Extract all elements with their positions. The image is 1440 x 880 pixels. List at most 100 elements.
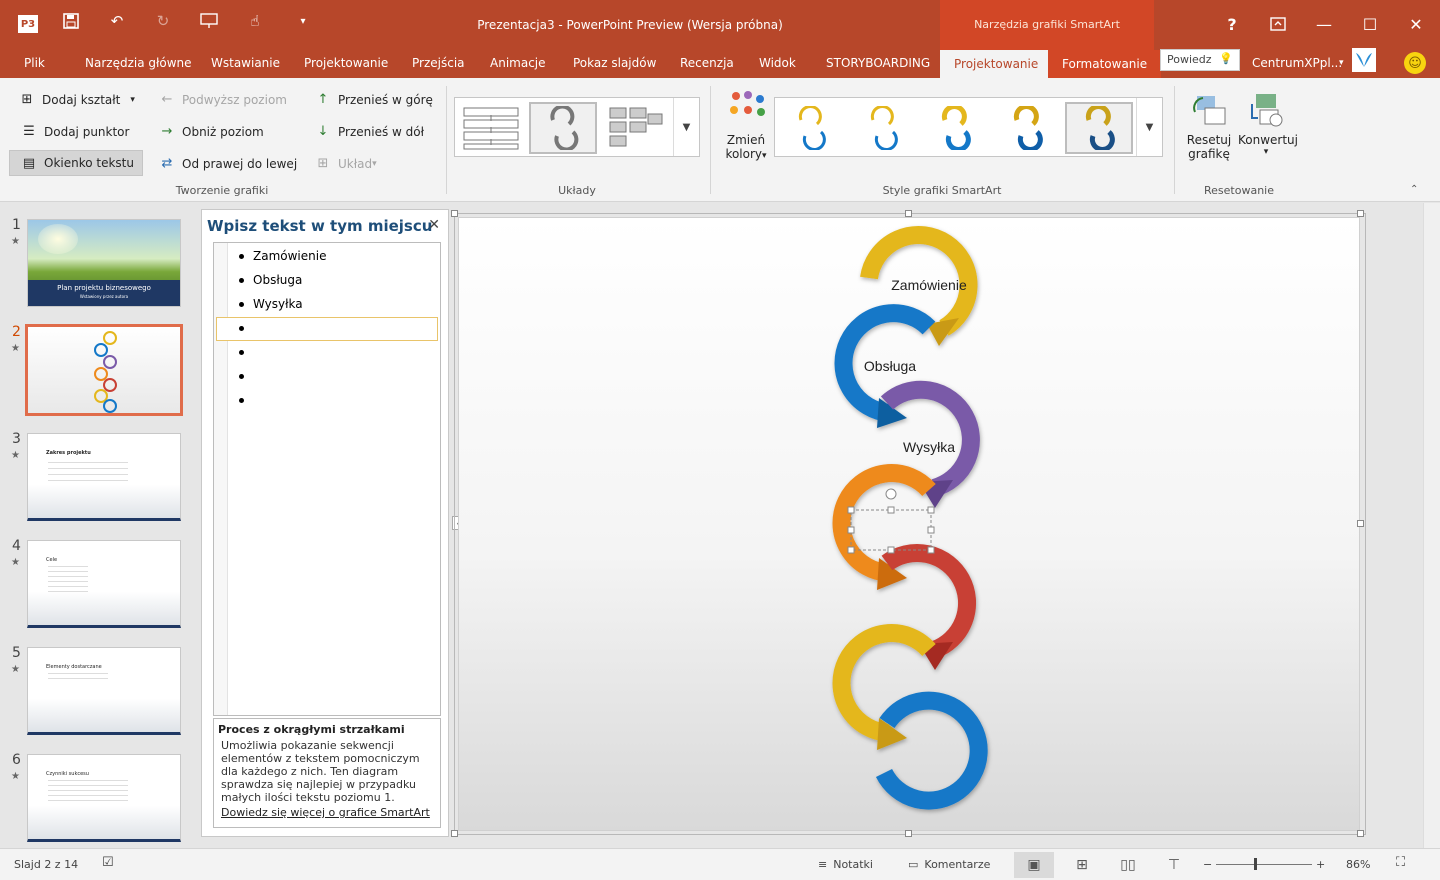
normal-view-icon[interactable]: ▣ [1014,852,1054,878]
user-avatar[interactable] [1352,48,1376,72]
tab-slideshow[interactable]: Pokaz slajdów [573,56,656,70]
notes-button[interactable]: ≡ Notatki [818,858,873,871]
tell-me-box[interactable]: Powiedz 💡 [1160,49,1240,71]
styles-more-icon[interactable]: ▼ [1136,98,1162,156]
spell-check-icon[interactable]: ☑ [102,855,114,870]
style-option-4[interactable] [993,102,1061,154]
right-to-left-button[interactable]: ⇄ Od prawej do lewej [158,156,298,171]
zoom-slider[interactable] [1216,864,1312,865]
reset-graphic-button[interactable]: Resetuj grafikę [1184,90,1234,174]
tab-smartart-format[interactable]: Formatowanie [1048,50,1162,78]
change-colors-button[interactable]: Zmień kolory▾ [722,90,770,174]
frame-handle[interactable] [1357,210,1364,217]
tab-transitions[interactable]: Przejścia [412,56,465,70]
vertical-scrollbar[interactable] [1423,203,1440,848]
layout-option-1[interactable] [457,102,525,154]
move-down-button[interactable]: ↓ Przenieś w dół [314,124,424,139]
zoom-out-icon[interactable]: − [1203,858,1212,871]
layouts-gallery[interactable]: ▼ [454,97,700,157]
slide-thumbnail-4[interactable]: Cele [27,540,181,628]
move-up-button[interactable]: ↑ Przenieś w górę [314,92,433,107]
tab-review[interactable]: Recenzja [680,56,734,70]
style-option-1[interactable] [777,102,845,154]
collapse-ribbon-icon[interactable]: ⌃ [1410,184,1418,195]
group-separator [1174,86,1175,194]
demote-button[interactable]: → Obniż poziom [158,124,264,139]
text-pane-button[interactable]: ▤ Okienko tekstu [9,150,143,176]
list-item[interactable] [239,321,253,335]
slide-canvas[interactable]: Zamówienie Obsługa Wysyłka [458,217,1360,831]
learn-more-link[interactable]: Dowiedz się więcej o grafice SmartArt [218,806,436,819]
list-item-text: Obsługa [253,273,303,287]
arrow-empty-7[interactable] [875,691,988,810]
zoom-level[interactable]: 86% [1346,858,1370,871]
smartart-styles-gallery[interactable]: ▼ [774,97,1163,157]
convert-button[interactable]: Konwertuj ▾ [1238,90,1298,174]
list-item[interactable] [239,345,253,359]
diagram-label[interactable]: Zamówienie [891,277,967,293]
diagram-label[interactable]: Obsługa [864,358,916,374]
resize-handle[interactable] [847,526,855,534]
frame-handle[interactable] [451,210,458,217]
list-item[interactable] [239,393,253,407]
close-icon[interactable]: ✕ [428,217,440,233]
resize-handle[interactable] [887,546,895,554]
comments-button[interactable]: ▭ Komentarze [908,858,990,871]
list-item[interactable]: Obsługa [239,273,302,287]
slideshow-icon[interactable]: ⊤ [1154,852,1194,878]
style-option-5[interactable] [1065,102,1133,154]
resize-handle[interactable] [927,506,935,514]
ribbon-display-options-icon[interactable] [1266,12,1290,36]
text-pane-list[interactable]: Zamówienie Obsługa Wysyłka [213,242,441,716]
style-option-2[interactable] [849,102,917,154]
list-item[interactable] [239,369,253,383]
tab-animations[interactable]: Animacje [490,56,546,70]
slide-thumbnail-5[interactable]: Elementy dostarczane [27,647,181,735]
user-account[interactable]: CentrumXPpl... [1252,56,1342,70]
list-item[interactable]: Wysyłka [239,297,303,311]
tab-storyboarding[interactable]: STORYBOARDING [826,56,930,70]
zoom-slider-thumb[interactable] [1254,858,1257,870]
layouts-more-icon[interactable]: ▼ [673,98,699,156]
slide-thumbnail-1[interactable]: Plan projektu biznesowego Wstawiony prze… [27,219,181,307]
reading-view-icon[interactable]: ▯▯ [1108,852,1148,878]
tab-home[interactable]: Narzędzia główne [85,56,192,70]
layout-option-3[interactable] [601,102,669,154]
frame-handle[interactable] [905,210,912,217]
tab-design[interactable]: Projektowanie [304,56,388,70]
resize-handle[interactable] [847,506,855,514]
tab-file[interactable]: Plik [24,56,45,70]
diagram-label[interactable]: Wysyłka [903,439,955,455]
circular-arrows-diagram[interactable]: Zamówienie Obsługa Wysyłka [459,218,1361,832]
frame-handle[interactable] [905,830,912,837]
add-shape-button[interactable]: ⊞ Dodaj kształt ▾ [18,92,135,107]
zoom-in-icon[interactable]: + [1316,858,1325,871]
minimize-icon[interactable]: — [1312,12,1336,36]
resize-handle[interactable] [927,526,935,534]
frame-handle[interactable] [1357,830,1364,837]
list-item[interactable]: Zamówienie [239,249,326,263]
slide-thumbnail-6[interactable]: Czynniki sukcesu [27,754,181,842]
tab-insert[interactable]: Wstawianie [211,56,280,70]
slide-thumbnail-2[interactable] [25,324,183,416]
slide-thumbnail-3[interactable]: Zakres projektu [27,433,181,521]
rotate-handle-icon[interactable] [885,488,897,500]
resize-handle[interactable] [847,546,855,554]
fit-to-window-icon[interactable]: ⛶ [1396,855,1405,870]
close-window-icon[interactable]: ✕ [1404,12,1428,36]
tab-view[interactable]: Widok [759,56,796,70]
maximize-icon[interactable]: ☐ [1358,12,1382,36]
account-dropdown-icon[interactable]: ▾ [1339,58,1344,68]
style-option-3[interactable] [921,102,989,154]
help-icon[interactable]: ? [1220,12,1244,36]
comments-label: Komentarze [924,858,991,871]
resize-handle[interactable] [927,546,935,554]
frame-handle[interactable] [1357,520,1364,527]
frame-handle[interactable] [451,830,458,837]
resize-handle[interactable] [887,506,895,514]
tab-smartart-design[interactable]: Projektowanie [940,50,1053,78]
slide-sorter-icon[interactable]: ⊞ [1062,852,1102,878]
feedback-smiley-icon[interactable]: ☺ [1404,52,1426,74]
add-bullet-button[interactable]: ☰ Dodaj punktor [20,124,129,139]
layout-option-circular-arrows[interactable] [529,102,597,154]
